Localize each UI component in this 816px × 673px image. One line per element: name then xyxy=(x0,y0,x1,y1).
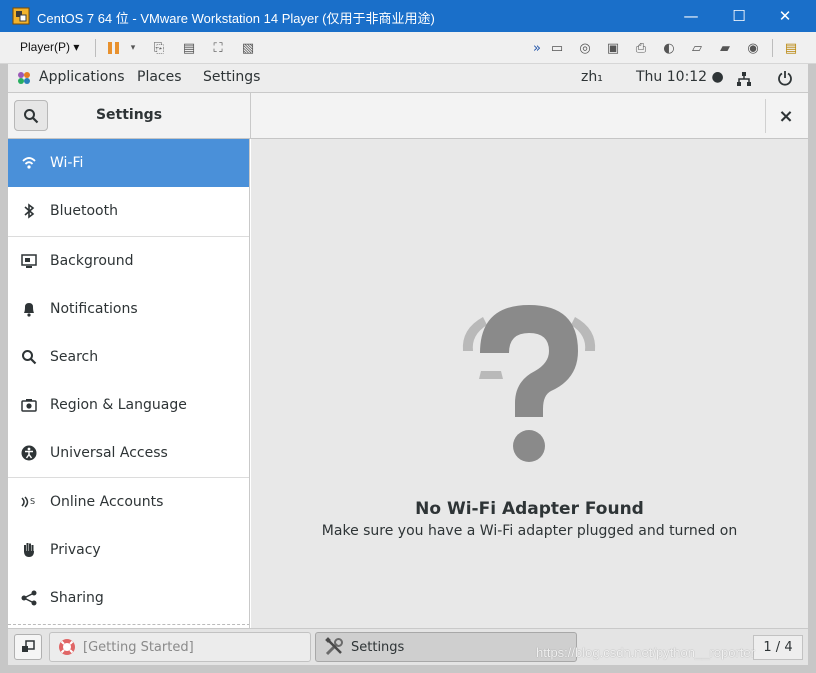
question-mark-icon xyxy=(462,305,596,462)
settings-app-menu[interactable]: Settings xyxy=(203,69,260,85)
sidebar-item-label: Wi-Fi xyxy=(50,155,84,171)
toolbar-divider xyxy=(772,39,773,57)
player-menu-label: Player(P) xyxy=(20,40,71,54)
empty-state-title: No Wi-Fi Adapter Found xyxy=(415,499,644,519)
network-wired-icon[interactable] xyxy=(736,71,752,87)
removable-devices-icon[interactable]: ▤ xyxy=(180,40,198,56)
places-menu[interactable]: Places xyxy=(137,69,182,85)
vmware-titlebar: CentOS 7 64 位 - VMware Workstation 14 Pl… xyxy=(0,0,816,32)
close-window-button[interactable]: ✕ xyxy=(762,0,808,32)
sidebar-item-label: Notifications xyxy=(50,301,138,317)
sidebar-item-privacy[interactable]: Privacy xyxy=(8,526,249,574)
close-separator xyxy=(765,99,766,133)
task-label: [Getting Started] xyxy=(83,639,194,655)
sidebar-item-label: Universal Access xyxy=(50,445,168,461)
sidebar-item-region-language[interactable]: Region & Language xyxy=(8,381,249,429)
wifi-icon xyxy=(8,156,50,170)
sidebar-item-wifi[interactable]: Wi-Fi xyxy=(8,139,249,187)
send-ctrl-alt-del-icon[interactable]: ⎘ xyxy=(150,40,168,56)
chevron-down-icon: ▾ xyxy=(73,40,80,54)
sidebar-item-bluetooth[interactable]: Bluetooth xyxy=(8,187,249,235)
settings-headerbar: Settings × xyxy=(8,93,808,139)
vmware-toolbar: Player(P) ▾ ▾ ⎘ ▤ ⛶ ▧ » ▭ ◎ ▣ ⎙ ◐ ▱ ▰ ◉ … xyxy=(0,32,816,64)
settings-title: Settings xyxy=(95,107,163,123)
maximize-button[interactable]: ☐ xyxy=(716,0,762,32)
empty-state-subtitle: Make sure you have a Wi-Fi adapter plugg… xyxy=(321,523,738,539)
fullscreen-icon[interactable]: ⛶ xyxy=(209,40,227,56)
settings-tools-icon xyxy=(325,637,343,656)
sidebar-item-label: Region & Language xyxy=(50,397,187,413)
sidebar-item-label: Search xyxy=(50,349,99,365)
pause-icon[interactable] xyxy=(105,40,123,56)
gnome-foot-icon xyxy=(18,72,30,84)
workspace-indicator[interactable]: 1 / 4 xyxy=(753,635,803,660)
bell-icon xyxy=(8,301,50,317)
show-desktop-button[interactable] xyxy=(14,634,42,660)
more-devices-icon[interactable]: » xyxy=(528,40,546,56)
display-icon[interactable]: ▰ xyxy=(716,40,734,56)
sidebar-item-label: Privacy xyxy=(50,542,101,558)
message-log-icon[interactable]: ▤ xyxy=(782,40,800,56)
accessibility-icon xyxy=(8,445,50,461)
sidebar-item-online-accounts[interactable]: S Online Accounts xyxy=(8,478,249,526)
input-method-indicator[interactable]: zh₁ xyxy=(581,69,603,85)
usb-icon[interactable]: ◐ xyxy=(660,40,678,56)
window-frame-left xyxy=(0,64,8,673)
search-icon xyxy=(8,349,50,365)
gnome-window-list: [Getting Started] Settings 1 / 4 https:/… xyxy=(8,628,808,665)
sidebar-item-sharing[interactable]: Sharing xyxy=(8,574,249,622)
printer-icon[interactable]: ⎙ xyxy=(632,40,650,56)
chevron-down-icon[interactable]: ▾ xyxy=(124,40,142,56)
camera-icon xyxy=(8,398,50,412)
help-lifebuoy-icon xyxy=(59,639,75,655)
gnome-top-bar: Applications Places Settings zh₁ Thu 10:… xyxy=(8,64,808,93)
hard-disk-icon[interactable]: ▭ xyxy=(548,40,566,56)
sidebar-item-notifications[interactable]: Notifications xyxy=(8,285,249,333)
camera-device-icon[interactable]: ◉ xyxy=(744,40,762,56)
sidebar-item-label: Background xyxy=(50,253,134,269)
sidebar-scroll-edge xyxy=(8,624,249,625)
sidebar-item-label: Sharing xyxy=(50,590,104,606)
window-frame-right xyxy=(808,64,816,673)
watermark: https://blog.csdn.net/python__reporter xyxy=(536,645,755,660)
close-settings-button[interactable]: × xyxy=(772,103,800,129)
wifi-panel: No Wi-Fi Adapter Found Make sure you hav… xyxy=(251,139,808,628)
clock[interactable]: Thu 10:12 ● xyxy=(636,69,724,85)
sidebar-item-search[interactable]: Search xyxy=(8,333,249,381)
header-divider xyxy=(250,93,251,139)
unity-icon[interactable]: ▧ xyxy=(239,40,257,56)
sidebar-item-label: Online Accounts xyxy=(50,494,164,510)
cd-rom-icon[interactable]: ◎ xyxy=(576,40,594,56)
applications-menu[interactable]: Applications xyxy=(39,69,125,85)
sidebar-item-background[interactable]: Background xyxy=(8,237,249,285)
power-icon[interactable] xyxy=(777,70,793,86)
sound-card-icon[interactable]: ▱ xyxy=(688,40,706,56)
show-desktop-icon xyxy=(22,640,35,652)
sidebar-item-universal-access[interactable]: Universal Access xyxy=(8,429,249,477)
window-title: CentOS 7 64 位 - VMware Workstation 14 Pl… xyxy=(37,11,435,26)
vmware-logo-icon xyxy=(12,7,30,25)
bluetooth-icon xyxy=(8,203,50,219)
svg-text:S: S xyxy=(30,497,35,506)
minimize-button[interactable]: — xyxy=(668,0,714,32)
player-menu[interactable]: Player(P) ▾ xyxy=(20,40,79,54)
task-getting-started[interactable]: [Getting Started] xyxy=(49,632,311,662)
toolbar-divider xyxy=(95,39,96,57)
sidebar-item-label: Bluetooth xyxy=(50,203,118,219)
network-adapter-icon[interactable]: ▣ xyxy=(604,40,622,56)
task-label: Settings xyxy=(351,639,405,655)
settings-sidebar: Wi-Fi Bluetooth Background Notifications… xyxy=(8,139,250,628)
background-icon xyxy=(8,254,50,268)
hand-icon xyxy=(8,542,50,558)
share-icon xyxy=(8,590,50,606)
online-accounts-icon: S xyxy=(8,494,50,510)
window-frame-bottom xyxy=(0,665,816,673)
